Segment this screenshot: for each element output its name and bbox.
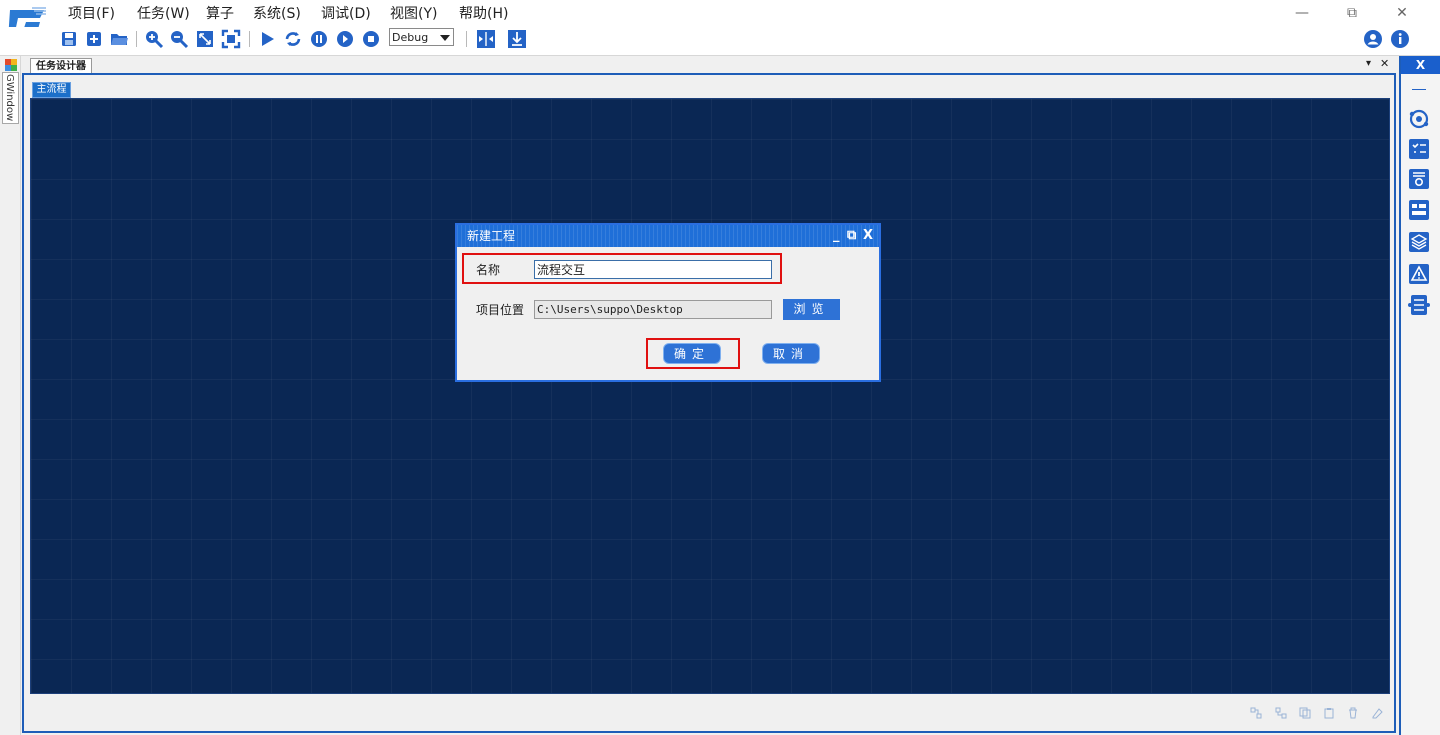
download-icon[interactable] (507, 29, 527, 49)
toolbar-separator (466, 31, 467, 47)
fullscreen-icon[interactable] (221, 29, 241, 49)
dialog-close-button[interactable]: X (863, 228, 873, 244)
zoom-in-icon[interactable] (144, 29, 164, 49)
mode-select[interactable]: Debug (389, 28, 454, 46)
menu-debug[interactable]: 调试(D) (321, 4, 371, 24)
align-icon[interactable] (476, 29, 496, 49)
window-restore-button[interactable]: ⧉ (1338, 3, 1366, 23)
dialog-title: 新建工程 (467, 229, 516, 243)
tab-close-button[interactable]: ✕ (1380, 58, 1389, 70)
right-panel-close-button[interactable]: X (1401, 56, 1440, 74)
list-view-icon[interactable] (1408, 199, 1430, 221)
name-label: 名称 (476, 263, 501, 277)
user-icon[interactable] (1363, 29, 1383, 49)
menu-help[interactable]: 帮助(H) (459, 4, 508, 24)
menu-view[interactable]: 视图(Y) (390, 4, 437, 24)
copy-icon[interactable] (1299, 707, 1311, 719)
location-label: 项目位置 (476, 303, 525, 317)
menu-task[interactable]: 任务(W) (137, 4, 190, 24)
document-tabbar (22, 56, 1396, 73)
loop-icon[interactable] (283, 29, 303, 49)
paste-icon[interactable] (1323, 707, 1335, 719)
layout-icon[interactable] (1250, 707, 1262, 719)
fit-icon[interactable] (195, 29, 215, 49)
cancel-button[interactable]: 取消 (762, 343, 820, 364)
menu-system[interactable]: 系统(S) (253, 4, 301, 24)
zoom-out-icon[interactable] (169, 29, 189, 49)
dialog-minimize-button[interactable]: _ (833, 228, 840, 244)
mode-select-value: Debug (392, 31, 429, 44)
browse-button[interactable]: 浏览 (783, 299, 840, 320)
location-input[interactable]: C:\Users\suppo\Desktop (534, 300, 772, 319)
clear-icon[interactable] (1371, 707, 1383, 719)
window-close-button[interactable]: ✕ (1388, 3, 1416, 23)
dialog-restore-button[interactable]: ⧉ (847, 228, 856, 244)
warning-icon[interactable] (1408, 263, 1430, 285)
menu-operator[interactable]: 算子 (206, 4, 234, 24)
tab-main-flow[interactable]: 主流程 (32, 82, 71, 98)
toolbar-separator (249, 31, 250, 47)
minimize-icon[interactable] (1412, 89, 1426, 90)
info-icon[interactable] (1390, 29, 1410, 49)
flow-canvas[interactable] (30, 98, 1390, 694)
save-icon[interactable] (59, 29, 79, 49)
toolbar (0, 27, 1440, 56)
palette-icon[interactable] (5, 59, 17, 71)
settings-list-icon[interactable] (1408, 168, 1430, 190)
delete-icon[interactable] (1347, 707, 1359, 719)
orbit-icon[interactable] (1408, 108, 1430, 130)
run-icon[interactable] (257, 29, 277, 49)
chevron-down-icon (440, 35, 450, 41)
flow-list-icon[interactable] (1408, 294, 1430, 316)
tab-dropdown-button[interactable]: ▾ (1366, 58, 1371, 70)
checklist-icon[interactable] (1408, 138, 1430, 160)
window-minimize-button[interactable]: — (1288, 3, 1316, 23)
connect-icon[interactable] (1275, 707, 1287, 719)
name-input[interactable]: 流程交互 (534, 260, 772, 279)
tab-task-designer[interactable]: 任务设计器 (30, 58, 92, 74)
gwindow-tab-label: GWindow (4, 74, 15, 122)
left-dock-strip (0, 56, 21, 735)
dialog-title-bar (457, 225, 879, 247)
step-icon[interactable] (335, 29, 355, 49)
menu-project[interactable]: 项目(F) (68, 4, 115, 24)
open-folder-icon[interactable] (109, 29, 129, 49)
toolbar-separator (136, 31, 137, 47)
ok-button[interactable]: 确定 (663, 343, 721, 364)
layers-icon[interactable] (1408, 231, 1430, 253)
pause-icon[interactable] (309, 29, 329, 49)
new-icon[interactable] (84, 29, 104, 49)
stop-icon[interactable] (361, 29, 381, 49)
